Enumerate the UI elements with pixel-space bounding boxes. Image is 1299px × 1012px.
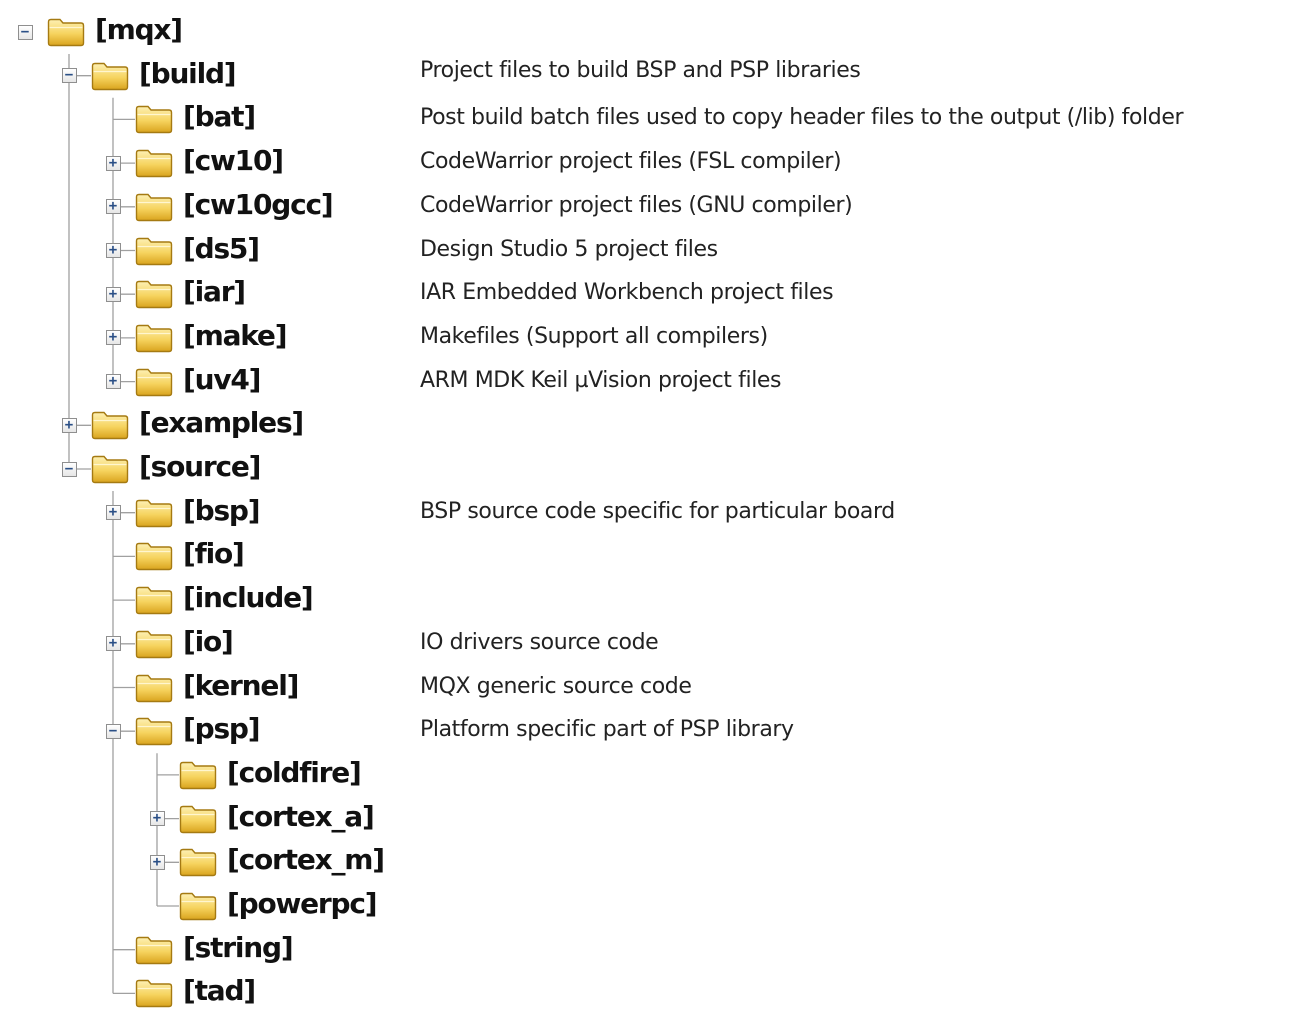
folder-label-tad[interactable]: [tad] [183, 974, 256, 1007]
folder-label-coldfire[interactable]: [coldfire] [227, 756, 362, 789]
collapse-toggle-psp[interactable]: − [105, 723, 121, 739]
folder-icon[interactable] [179, 804, 217, 834]
folder-icon[interactable] [135, 629, 173, 659]
folder-label-include[interactable]: [include] [183, 581, 314, 614]
folder-icon[interactable] [135, 498, 173, 528]
expand-toggle-examples[interactable]: + [61, 417, 77, 433]
folder-icon[interactable] [47, 17, 85, 47]
collapse-toggle-mqx[interactable]: − [17, 24, 33, 40]
collapse-toggle-build[interactable]: − [61, 68, 77, 84]
folder-description-uv4: ARM MDK Keil µVision project files [420, 367, 782, 393]
folder-description-bat: Post build batch files used to copy head… [420, 105, 1184, 131]
expand-toggle-cw10gcc[interactable]: + [105, 199, 121, 215]
folder-description-cw10: CodeWarrior project files (FSL compiler) [420, 149, 842, 175]
folder-label-examples[interactable]: [examples] [139, 406, 304, 439]
folder-icon[interactable] [179, 847, 217, 877]
folder-label-string[interactable]: [string] [183, 931, 294, 964]
folder-description-iar: IAR Embedded Workbench project files [420, 280, 834, 306]
folder-icon[interactable] [135, 978, 173, 1008]
expand-toggle-cw10[interactable]: + [105, 155, 121, 171]
folder-icon[interactable] [135, 673, 173, 703]
folder-label-cortex_m[interactable]: [cortex_m] [227, 843, 385, 876]
expand-toggle-bsp[interactable]: + [105, 505, 121, 521]
folder-icon[interactable] [135, 585, 173, 615]
folder-description-build: Project files to build BSP and PSP libra… [420, 57, 861, 83]
folder-description-cw10gcc: CodeWarrior project files (GNU compiler) [420, 192, 853, 218]
folder-label-cortex_a[interactable]: [cortex_a] [227, 800, 375, 833]
folder-label-build[interactable]: [build] [139, 57, 237, 90]
folder-icon[interactable] [91, 61, 129, 91]
folder-label-fio[interactable]: [fio] [183, 537, 245, 570]
folder-label-bat[interactable]: [bat] [183, 100, 256, 133]
folder-icon[interactable] [179, 891, 217, 921]
expand-toggle-uv4[interactable]: + [105, 374, 121, 390]
expand-toggle-iar[interactable]: + [105, 286, 121, 302]
folder-description-bsp: BSP source code specific for particular … [420, 498, 895, 524]
expand-toggle-cortex_a[interactable]: + [149, 811, 165, 827]
folder-icon[interactable] [135, 716, 173, 746]
folder-icon[interactable] [135, 279, 173, 309]
folder-label-make[interactable]: [make] [183, 319, 288, 352]
expand-toggle-io[interactable]: + [105, 636, 121, 652]
folder-label-ds5[interactable]: [ds5] [183, 232, 260, 265]
folder-label-uv4[interactable]: [uv4] [183, 363, 261, 396]
folder-label-kernel[interactable]: [kernel] [183, 669, 299, 702]
folder-description-ds5: Design Studio 5 project files [420, 236, 718, 262]
collapse-toggle-source[interactable]: − [61, 461, 77, 477]
folder-icon[interactable] [135, 148, 173, 178]
folder-description-make: Makefiles (Support all compilers) [420, 323, 768, 349]
folder-label-io[interactable]: [io] [183, 625, 234, 658]
folder-icon[interactable] [135, 935, 173, 965]
folder-label-cw10gcc[interactable]: [cw10gcc] [183, 188, 334, 221]
folder-label-cw10[interactable]: [cw10] [183, 144, 284, 177]
folder-description-psp: Platform specific part of PSP library [420, 717, 794, 743]
folder-description-io: IO drivers source code [420, 629, 659, 655]
folder-label-iar[interactable]: [iar] [183, 275, 246, 308]
folder-icon[interactable] [179, 760, 217, 790]
folder-label-psp[interactable]: [psp] [183, 712, 261, 745]
expand-toggle-cortex_m[interactable]: + [149, 854, 165, 870]
folder-label-bsp[interactable]: [bsp] [183, 494, 261, 527]
folder-icon[interactable] [135, 323, 173, 353]
expand-toggle-make[interactable]: + [105, 330, 121, 346]
folder-label-source[interactable]: [source] [139, 450, 261, 483]
folder-icon[interactable] [135, 541, 173, 571]
folder-icon[interactable] [135, 367, 173, 397]
folder-description-kernel: MQX generic source code [420, 673, 692, 699]
folder-label-mqx[interactable]: [mqx] [95, 13, 183, 46]
folder-label-powerpc[interactable]: [powerpc] [227, 887, 378, 920]
folder-icon[interactable] [135, 192, 173, 222]
folder-icon[interactable] [91, 454, 129, 484]
folder-icon[interactable] [91, 410, 129, 440]
folder-icon[interactable] [135, 104, 173, 134]
expand-toggle-ds5[interactable]: + [105, 243, 121, 258]
folder-icon[interactable] [135, 236, 173, 266]
